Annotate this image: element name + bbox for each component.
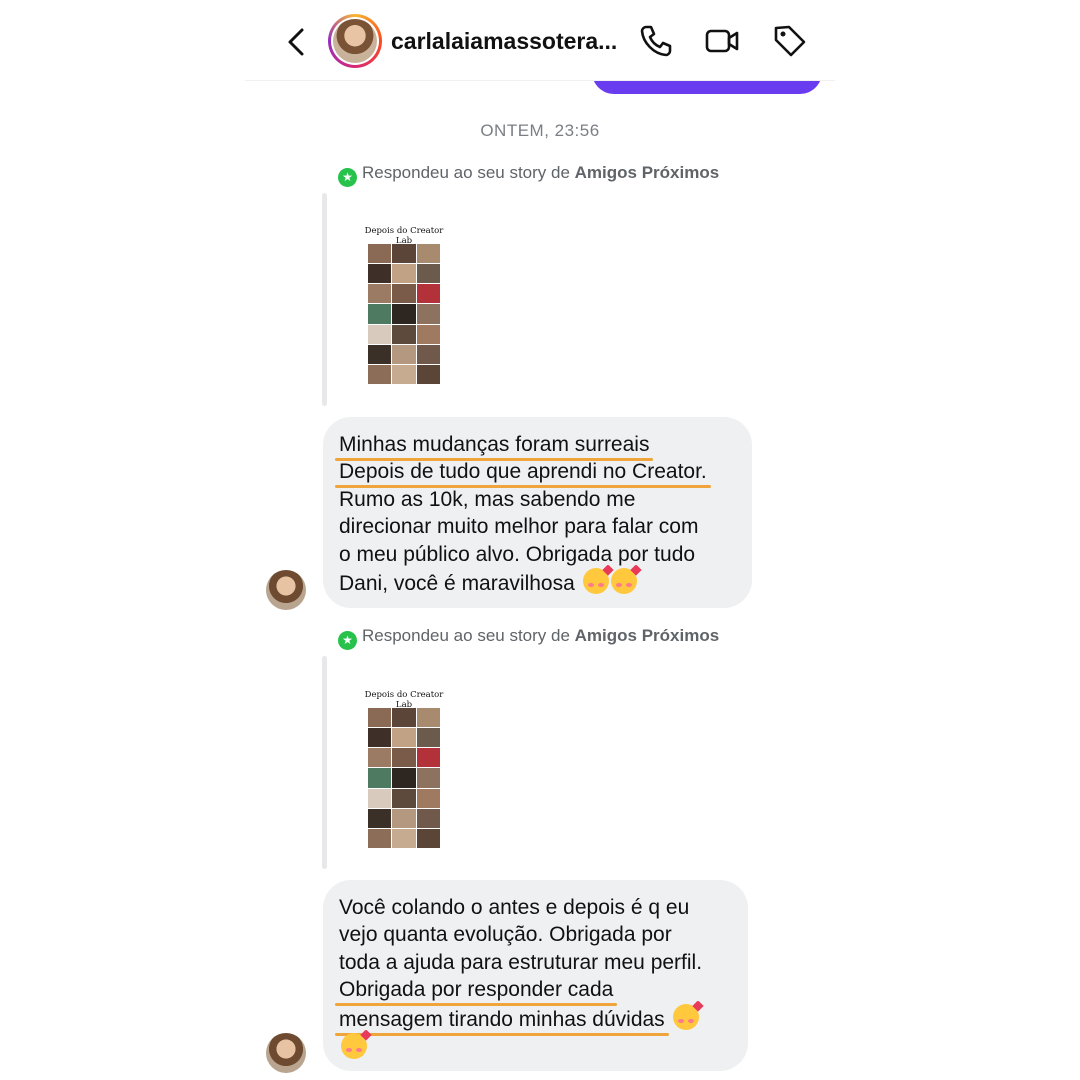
phone-icon[interactable] <box>637 22 675 60</box>
story-reply-note: ★ Respondeu ao seu story de Amigos Próxim… <box>338 626 719 650</box>
story-reply-bar <box>322 656 327 869</box>
smiling-face-with-hearts-icon <box>610 568 637 595</box>
back-icon[interactable] <box>281 22 311 62</box>
story-photo-grid <box>368 244 440 384</box>
profile-avatar[interactable] <box>328 14 382 68</box>
story-reply-note: ★ Respondeu ao seu story de Amigos Próxim… <box>338 163 719 187</box>
smiling-face-with-hearts-icon <box>341 1033 367 1060</box>
chat-timestamp: ONTEM, 23:56 <box>480 121 600 140</box>
chat-header: carlalaiamassotera... <box>245 0 835 81</box>
story-photo-grid <box>368 708 440 848</box>
story-reply-bar <box>322 193 327 406</box>
received-message[interactable]: Minhas mudanças foram surreais Depois de… <box>323 417 752 608</box>
received-message[interactable]: Você colando o antes e depois é q eu vej… <box>323 880 748 1071</box>
video-icon[interactable] <box>703 22 741 60</box>
story-thumbnail[interactable]: Depois do Creator Lab <box>356 686 452 854</box>
chat-username[interactable]: carlalaiamassotera... <box>391 28 619 55</box>
close-friends-star-icon: ★ <box>338 631 357 650</box>
smiling-face-with-hearts-icon <box>672 1003 699 1030</box>
sender-avatar[interactable] <box>266 570 306 610</box>
story-thumbnail[interactable]: Depois do Creator Lab <box>356 222 452 390</box>
close-friends-star-icon: ★ <box>338 168 357 187</box>
sender-avatar[interactable] <box>266 1033 306 1073</box>
tag-icon[interactable] <box>771 22 809 60</box>
smiling-face-with-hearts-icon <box>582 568 609 595</box>
